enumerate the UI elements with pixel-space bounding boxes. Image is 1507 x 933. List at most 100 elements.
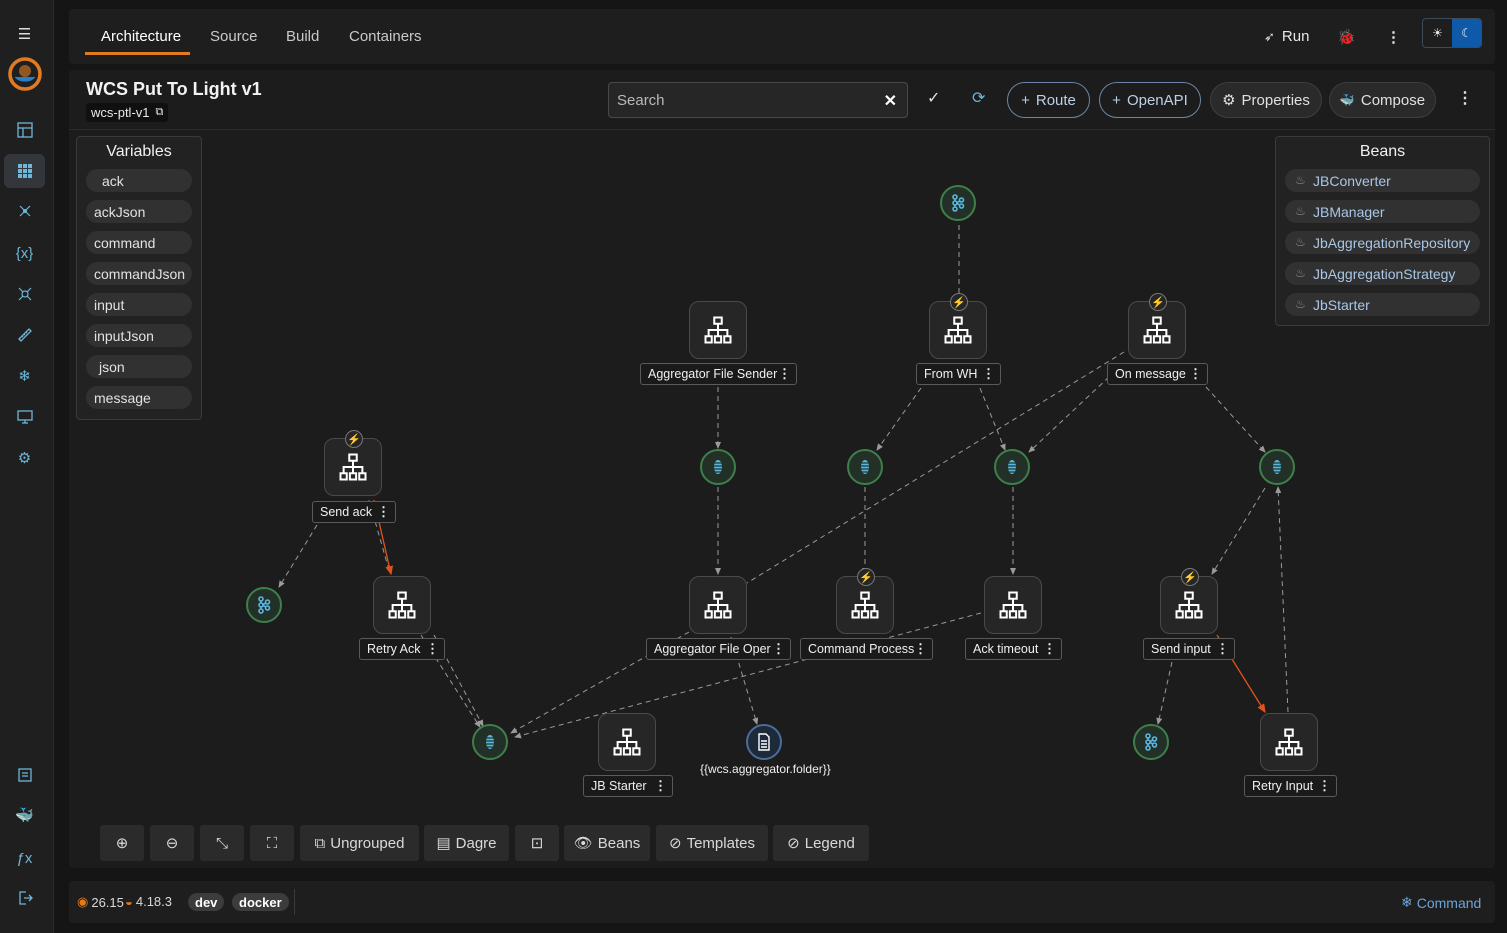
- dagre-layout-button[interactable]: ▤ Dagre: [424, 825, 509, 861]
- copy-icon[interactable]: ⧉: [156, 106, 164, 119]
- add-openapi-button[interactable]: + OpenAPI: [1099, 82, 1201, 118]
- ungrouped-button[interactable]: ⧉ Ungrouped: [300, 825, 419, 861]
- route-node[interactable]: ⚡: [1128, 293, 1186, 359]
- file-endpoint[interactable]: [746, 724, 782, 760]
- properties-button[interactable]: ⚙ Properties: [1210, 82, 1322, 118]
- route-node[interactable]: ⚡: [1160, 568, 1218, 634]
- kafka-endpoint[interactable]: [1133, 724, 1169, 760]
- bean-item[interactable]: ♨ JbAggregationRepository: [1285, 231, 1480, 254]
- clear-search-icon[interactable]: ✕: [884, 91, 897, 111]
- screenshot-icon[interactable]: ⊡: [515, 825, 559, 861]
- node-menu-icon[interactable]: ⋮: [1216, 641, 1229, 657]
- route-label[interactable]: From WH ⋮: [916, 363, 1001, 385]
- document-icon[interactable]: [4, 758, 45, 792]
- fullscreen-icon[interactable]: ⛶: [250, 825, 294, 861]
- route-label[interactable]: On message ⋮: [1107, 363, 1208, 385]
- refresh-icon[interactable]: ⟳: [972, 88, 985, 108]
- run-button[interactable]: ➶ Run: [1264, 9, 1309, 64]
- kafka-endpoint[interactable]: [940, 185, 976, 221]
- route-node[interactable]: [689, 301, 747, 359]
- node-menu-icon[interactable]: ⋮: [778, 366, 791, 382]
- bean-item[interactable]: ♨ JbAggregationStrategy: [1285, 262, 1480, 285]
- dashboard-icon[interactable]: [4, 113, 45, 147]
- node-menu-icon[interactable]: ⋮: [982, 366, 995, 382]
- snowflake-icon[interactable]: ❄: [4, 359, 45, 393]
- variable-item[interactable]: message: [86, 386, 192, 409]
- route-node[interactable]: [689, 576, 747, 634]
- env-badge-dev[interactable]: dev: [188, 893, 225, 911]
- node-menu-icon[interactable]: ⋮: [1043, 641, 1056, 657]
- function-icon[interactable]: ƒx: [4, 841, 45, 875]
- node-menu-icon[interactable]: ⋮: [426, 641, 439, 657]
- route-label[interactable]: Send input ⋮: [1143, 638, 1235, 660]
- topology-icon[interactable]: [4, 194, 45, 228]
- gear-icon[interactable]: ⚙: [4, 441, 45, 475]
- tab-source[interactable]: Source: [210, 9, 258, 64]
- node-menu-icon[interactable]: ⋮: [377, 504, 390, 520]
- check-icon[interactable]: ✓: [927, 88, 940, 108]
- node-menu-icon[interactable]: ⋮: [1189, 366, 1202, 382]
- ruler-icon[interactable]: [4, 318, 45, 352]
- more-menu-icon[interactable]: ⋮: [1457, 88, 1473, 108]
- route-label[interactable]: Aggregator File Oper ⋮: [646, 638, 791, 660]
- route-node[interactable]: [373, 576, 431, 634]
- route-label[interactable]: Retry Ack ⋮: [359, 638, 445, 660]
- route-label[interactable]: Send ack ⋮: [312, 501, 396, 523]
- rabbit-endpoint[interactable]: [1259, 449, 1295, 485]
- rabbit-endpoint[interactable]: [472, 724, 508, 760]
- zoom-in-icon[interactable]: ⊕: [100, 825, 144, 861]
- theme-toggle[interactable]: ☀ ☾: [1422, 18, 1482, 48]
- node-menu-icon[interactable]: ⋮: [914, 641, 927, 657]
- route-node[interactable]: [984, 576, 1042, 634]
- variable-item[interactable]: input: [86, 293, 192, 316]
- node-menu-icon[interactable]: ⋮: [654, 778, 667, 794]
- tab-architecture[interactable]: Architecture: [101, 9, 181, 64]
- node-menu-icon[interactable]: ⋮: [1318, 778, 1331, 794]
- docker-icon[interactable]: 🐳: [4, 798, 45, 832]
- rabbit-endpoint[interactable]: [700, 449, 736, 485]
- zoom-out-icon[interactable]: ⊖: [150, 825, 194, 861]
- hamburger-icon[interactable]: ☰: [4, 17, 45, 51]
- bean-item[interactable]: ♨ JbStarter: [1285, 293, 1480, 316]
- compose-button[interactable]: 🐳 Compose: [1329, 82, 1436, 118]
- route-label[interactable]: Retry Input ⋮: [1244, 775, 1337, 797]
- variable-item[interactable]: ackJson: [86, 200, 192, 223]
- route-node[interactable]: [1260, 713, 1318, 771]
- grid-icon[interactable]: [4, 154, 45, 188]
- bean-item[interactable]: ♨ JBManager: [1285, 200, 1480, 223]
- route-node[interactable]: ⚡: [836, 568, 894, 634]
- braces-icon[interactable]: {x}: [4, 236, 45, 270]
- logo-icon[interactable]: [4, 57, 45, 91]
- add-route-button[interactable]: + Route: [1007, 82, 1090, 118]
- tab-build[interactable]: Build: [286, 9, 319, 64]
- route-label[interactable]: Command Process ⋮: [800, 638, 933, 660]
- route-node[interactable]: ⚡: [324, 430, 382, 496]
- fit-view-icon[interactable]: ⤡: [200, 825, 244, 861]
- variable-item[interactable]: json: [86, 355, 192, 378]
- bean-item[interactable]: ♨ JBConverter: [1285, 169, 1480, 192]
- command-button[interactable]: ❄ Command: [1401, 894, 1481, 911]
- light-mode-icon[interactable]: ☀: [1423, 19, 1452, 47]
- kafka-endpoint[interactable]: [246, 587, 282, 623]
- variable-item[interactable]: commandJson: [86, 262, 192, 285]
- env-badge-docker[interactable]: docker: [232, 893, 289, 911]
- variable-item[interactable]: inputJson: [86, 324, 192, 347]
- dark-mode-icon[interactable]: ☾: [1452, 19, 1481, 47]
- diagram-canvas[interactable]: Variables ack ackJson command commandJso…: [69, 130, 1495, 868]
- search-input[interactable]: Search ✕: [608, 82, 908, 118]
- variable-item[interactable]: command: [86, 231, 192, 254]
- route-node[interactable]: [598, 713, 656, 771]
- monitor-icon[interactable]: [4, 400, 45, 434]
- legend-toggle-button[interactable]: ⊘ Legend: [773, 825, 869, 861]
- logout-icon[interactable]: [4, 881, 45, 915]
- route-label[interactable]: JB Starter ⋮: [583, 775, 673, 797]
- network-icon[interactable]: [4, 277, 45, 311]
- node-menu-icon[interactable]: ⋮: [772, 641, 785, 657]
- templates-toggle-button[interactable]: ⊘ Templates: [656, 825, 768, 861]
- tab-containers[interactable]: Containers: [349, 9, 422, 64]
- debug-bug-icon[interactable]: 🐞: [1337, 9, 1356, 64]
- rabbit-endpoint[interactable]: [847, 449, 883, 485]
- route-label[interactable]: Aggregator File Sender ⋮: [640, 363, 797, 385]
- rabbit-endpoint[interactable]: [994, 449, 1030, 485]
- route-node[interactable]: ⚡: [929, 293, 987, 359]
